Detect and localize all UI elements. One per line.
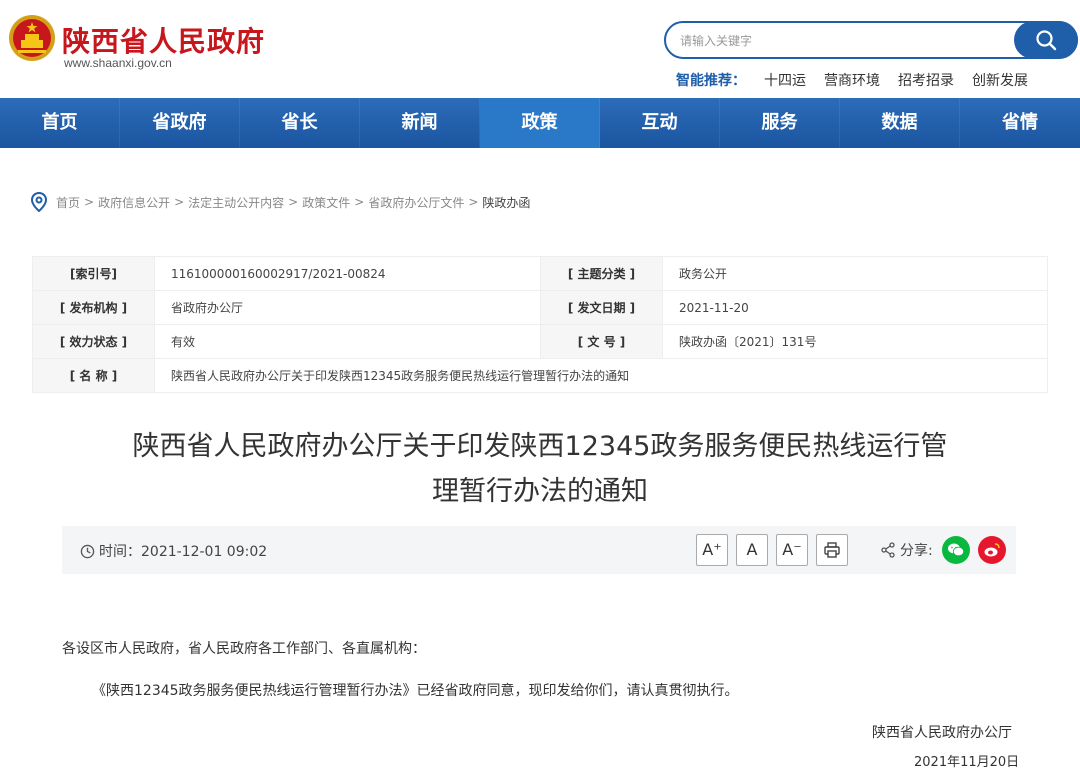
docno-label: [ 文 号 ]: [540, 324, 663, 359]
nav-item-government[interactable]: 省政府: [120, 98, 240, 148]
main-nav: 首页 省政府 省长 新闻 政策 互动 服务 数据 省情: [0, 98, 1080, 148]
breadcrumb-office-docs[interactable]: 省政府办公厅文件: [368, 194, 464, 211]
breadcrumb-gov-info[interactable]: 政府信息公开: [98, 194, 170, 211]
print-icon: [824, 542, 840, 558]
emblem-icon[interactable]: [8, 14, 56, 62]
smart-recommend: 智能推荐： 十四运 营商环境 招考招录 创新发展: [676, 70, 1028, 90]
table-row: [ 效力状态 ] 有效 [ 文 号 ] 陕政办函〔2021〕131号: [32, 324, 1048, 359]
breadcrumb: 首页 > 政府信息公开 > 法定主动公开内容 > 政策文件 > 省政府办公厅文件…: [30, 192, 530, 212]
topic-value: 政务公开: [662, 256, 1048, 291]
nav-item-home[interactable]: 首页: [0, 98, 120, 148]
document-title-line1: 陕西省人民政府办公厅关于印发陕西12345政务服务便民热线运行管: [132, 431, 948, 462]
status-label: [ 效力状态 ]: [32, 324, 155, 359]
document-signature: 陕西省人民政府办公厅: [872, 725, 1012, 741]
breadcrumb-separator: >: [288, 195, 299, 209]
date-value: 2021-11-20: [662, 290, 1048, 325]
nav-item-service[interactable]: 服务: [720, 98, 840, 148]
nav-item-province-info[interactable]: 省情: [960, 98, 1080, 148]
breadcrumb-statutory[interactable]: 法定主动公开内容: [188, 194, 284, 211]
nav-item-governor[interactable]: 省长: [240, 98, 360, 148]
site-header: 陕西省人民政府 www.shaanxi.gov.cn 智能推荐： 十四运 营商环…: [0, 0, 1080, 98]
share-icon: [881, 542, 895, 558]
document-paragraph: 《陕西12345政务服务便民热线运行管理暂行办法》已经省政府同意，现印发给你们，…: [92, 683, 739, 699]
document-date: 2021年11月20日: [914, 755, 1020, 770]
share-label-text: 分享:: [900, 543, 933, 559]
breadcrumb-current[interactable]: 陕政办函: [482, 194, 530, 211]
search-button[interactable]: [1014, 21, 1078, 59]
smart-link-recruit[interactable]: 招考招录: [898, 70, 954, 90]
font-size-normal-button[interactable]: A: [736, 534, 768, 566]
publisher-value: 省政府办公厅: [154, 290, 541, 325]
wechat-icon: [948, 543, 965, 557]
search-input[interactable]: [680, 31, 1010, 51]
smart-recommend-label: 智能推荐：: [676, 73, 746, 89]
share-wechat-button[interactable]: [942, 536, 970, 564]
search-icon: [1036, 30, 1057, 51]
search-box: [664, 21, 1078, 59]
breadcrumb-separator: >: [84, 195, 95, 209]
breadcrumb-separator: >: [468, 195, 479, 209]
nav-item-interaction[interactable]: 互动: [600, 98, 720, 148]
nav-item-data[interactable]: 数据: [840, 98, 960, 148]
date-label: [ 发文日期 ]: [540, 290, 663, 325]
publisher-label: [ 发布机构 ]: [32, 290, 155, 325]
document-title-line2: 理暂行办法的通知: [432, 476, 648, 507]
publish-time-text: 时间：2021-12-01 09:02: [99, 544, 268, 560]
font-size-large-button[interactable]: A⁺: [696, 534, 728, 566]
name-label: [ 名 称 ]: [32, 358, 155, 393]
publish-time: 时间：2021-12-01 09:02: [80, 541, 267, 561]
name-value: 陕西省人民政府办公厅关于印发陕西12345政务服务便民热线运行管理暂行办法的通知: [154, 358, 1048, 393]
breadcrumb-separator: >: [354, 195, 365, 209]
smart-link-business[interactable]: 营商环境: [824, 70, 880, 90]
nav-item-policy[interactable]: 政策: [480, 98, 600, 148]
print-button[interactable]: [816, 534, 848, 566]
docno-value: 陕政办函〔2021〕131号: [662, 324, 1048, 359]
index-value: 116100000160002917/2021-00824: [154, 256, 541, 291]
breadcrumb-policy-docs[interactable]: 政策文件: [302, 194, 350, 211]
site-url[interactable]: www.shaanxi.gov.cn: [64, 56, 172, 70]
smart-link-innovation[interactable]: 创新发展: [972, 70, 1028, 90]
breadcrumb-home[interactable]: 首页: [56, 194, 80, 211]
document-title: 陕西省人民政府办公厅关于印发陕西12345政务服务便民热线运行管 理暂行办法的通…: [90, 424, 990, 514]
document-info-table: [索引号] 116100000160002917/2021-00824 [ 主题…: [32, 256, 1048, 393]
breadcrumb-separator: >: [174, 195, 185, 209]
weibo-icon: [984, 543, 1000, 557]
share-label: 分享:: [880, 540, 933, 560]
meta-bar: 时间：2021-12-01 09:02 A⁺ A A⁻ 分享:: [62, 526, 1016, 574]
smart-link-shisiyun[interactable]: 十四运: [764, 70, 806, 90]
table-row: [ 发布机构 ] 省政府办公厅 [ 发文日期 ] 2021-11-20: [32, 290, 1048, 325]
index-label: [索引号]: [32, 256, 155, 291]
location-pin-icon: [30, 192, 48, 212]
topic-label: [ 主题分类 ]: [540, 256, 663, 291]
table-row: [ 名 称 ] 陕西省人民政府办公厅关于印发陕西12345政务服务便民热线运行管…: [32, 358, 1048, 393]
table-row: [索引号] 116100000160002917/2021-00824 [ 主题…: [32, 256, 1048, 291]
nav-item-news[interactable]: 新闻: [360, 98, 480, 148]
site-name[interactable]: 陕西省人民政府: [62, 20, 265, 60]
font-size-small-button[interactable]: A⁻: [776, 534, 808, 566]
clock-icon: [80, 544, 95, 558]
status-value: 有效: [154, 324, 541, 359]
document-salutation: 各设区市人民政府，省人民政府各工作部门、各直属机构：: [62, 641, 426, 657]
share-weibo-button[interactable]: [978, 536, 1006, 564]
